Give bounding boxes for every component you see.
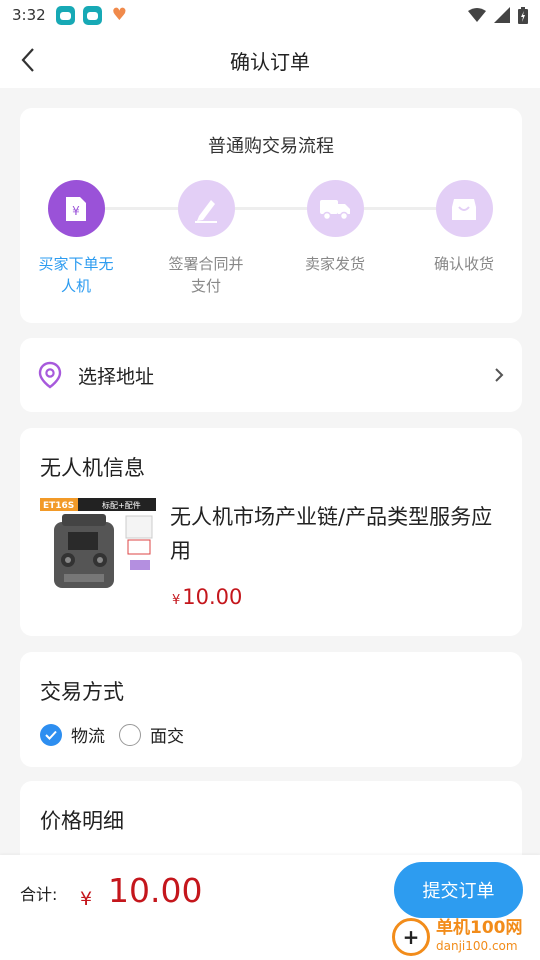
checkmark-icon	[45, 730, 57, 740]
trade-flow-card: 普通购交易流程 ¥ 买家下单无 人机 签署合同并 支付 卖家发货 确认收货	[20, 108, 522, 323]
location-pin-icon	[38, 361, 62, 389]
heart-notification-icon: ♥	[111, 5, 127, 25]
app-notification-icon	[82, 5, 102, 25]
submit-order-button[interactable]: 提交订单	[394, 862, 523, 918]
svg-text:¥: ¥	[72, 204, 80, 218]
status-icons	[468, 6, 528, 24]
select-address-row[interactable]: 选择地址	[20, 338, 522, 412]
watermark-logo-icon: +	[392, 918, 430, 956]
watermark-title: 单机100网	[436, 918, 523, 938]
drone-info-card: 无人机信息 ET16S 标配+配件 无人机市场产业链/产品类型服务应用 ¥10.…	[20, 428, 522, 636]
battery-icon	[518, 6, 528, 24]
page-title: 确认订单	[230, 50, 310, 74]
pen-sign-icon	[195, 199, 217, 223]
step-label: 确认收货	[433, 255, 494, 273]
total-amount: 10.00	[108, 871, 203, 910]
wifi-icon	[468, 8, 486, 22]
signal-icon	[494, 7, 510, 23]
product-image[interactable]: ET16S 标配+配件	[40, 498, 158, 598]
step-circle: ¥	[47, 180, 105, 237]
status-bar: 3:32 ♥	[0, 0, 540, 30]
step-label: 买家下单无 人机	[38, 255, 114, 295]
app-notification-icon	[55, 5, 75, 25]
price-value: 10.00	[182, 585, 243, 609]
trade-method-title: 交易方式	[40, 680, 124, 704]
price-detail-title: 价格明细	[40, 809, 124, 833]
status-time: 3:32	[12, 6, 46, 24]
flow-progress-line	[96, 207, 458, 210]
image-tag: ET16S	[43, 501, 74, 511]
remote-controller-image: ET16S 标配+配件	[40, 498, 156, 588]
truck-icon	[320, 199, 350, 220]
site-watermark: + 单机100网 danji100.com	[392, 915, 538, 959]
radio-logistics-label[interactable]: 物流	[71, 722, 105, 747]
step-circle	[306, 180, 364, 237]
flow-step-order: ¥ 买家下单无 人机	[26, 180, 126, 297]
total-currency: ¥	[80, 888, 93, 910]
chevron-right-icon	[495, 368, 504, 382]
product-name: 无人机市场产业链/产品类型服务应用	[170, 505, 493, 563]
trade-method-options: 物流 面交	[40, 722, 198, 747]
step-circle	[177, 180, 235, 237]
shopping-bag-icon	[452, 198, 476, 220]
total-label: 合计:	[20, 885, 58, 904]
step-label: 签署合同并 支付	[168, 255, 244, 295]
watermark-url: danji100.com	[436, 939, 518, 953]
address-label: 选择地址	[78, 365, 155, 388]
price-currency: ¥	[172, 593, 181, 608]
image-caption: 标配+配件	[102, 500, 141, 510]
flow-title: 普通购交易流程	[208, 136, 334, 157]
radio-face-to-face[interactable]	[119, 723, 141, 746]
radio-logistics[interactable]	[40, 723, 62, 746]
radio-face-to-face-label[interactable]: 面交	[150, 722, 184, 747]
flow-step-sign: 签署合同并 支付	[156, 180, 256, 297]
trade-method-card: 交易方式 物流 面交	[20, 652, 522, 767]
yuan-document-icon: ¥	[66, 196, 86, 221]
product-price: ¥10.00	[172, 585, 242, 609]
nav-header: 确认订单	[0, 30, 540, 88]
step-circle	[435, 180, 493, 237]
watermark-text: 单机100网 danji100.com	[436, 919, 523, 955]
flow-step-receive: 确认收货	[414, 180, 514, 275]
drone-info-title: 无人机信息	[40, 456, 145, 480]
step-label: 卖家发货	[304, 255, 365, 273]
flow-step-ship: 卖家发货	[285, 180, 385, 275]
